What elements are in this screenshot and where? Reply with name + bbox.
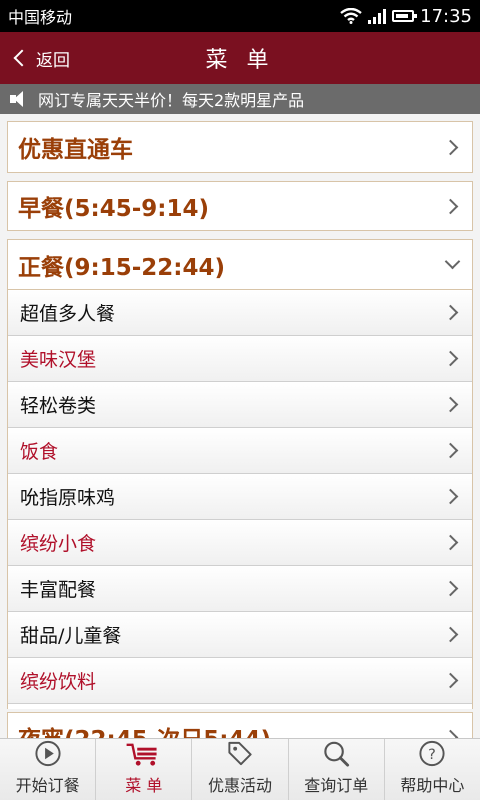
- item-label: 缤纷饮料: [20, 671, 97, 693]
- list-item[interactable]: 轻松卷类: [8, 382, 472, 428]
- item-label: 吮指原味鸡: [20, 487, 116, 509]
- chevron-right-icon: [442, 488, 459, 505]
- chevron-right-icon: [442, 350, 459, 367]
- chevron-right-icon: [442, 626, 459, 643]
- help-icon: ?: [419, 740, 445, 767]
- chevron-down-icon: [444, 253, 461, 270]
- status-bar: 中国移动 17:35: [0, 0, 480, 32]
- tab-order-query[interactable]: 查询订单: [289, 739, 385, 800]
- battery-icon: [392, 10, 418, 22]
- menu-list[interactable]: 优惠直通车 早餐(5:45-9:14) 正餐(9:15-22:44) 超值多人餐…: [0, 114, 480, 738]
- item-label: 饭食: [20, 441, 59, 463]
- category-main[interactable]: 正餐(9:15-22:44): [8, 240, 472, 290]
- chevron-right-icon: [442, 580, 459, 597]
- tab-label: 开始订餐: [15, 776, 80, 795]
- tab-start-order[interactable]: 开始订餐: [0, 739, 97, 800]
- chevron-right-icon: [442, 304, 459, 321]
- bottom-tab-bar: 开始订餐 菜 单 优惠活动 查询订单 ? 帮助中心: [0, 738, 480, 800]
- item-label: 缤纷小食: [20, 533, 97, 555]
- tab-promotions[interactable]: 优惠活动: [192, 739, 289, 800]
- tab-label: 优惠活动: [208, 776, 273, 795]
- clock: 17:35: [420, 5, 472, 27]
- announcement-bar[interactable]: 网订专属天天半价！每天2款明星产品: [0, 84, 480, 114]
- tab-label: 查询订单: [304, 776, 369, 795]
- speaker-icon: [10, 91, 30, 107]
- item-label: 轻松卷类: [20, 395, 97, 417]
- tab-menu[interactable]: 菜 单: [96, 739, 193, 800]
- back-label: 返回: [36, 50, 70, 71]
- category-label: 优惠直通车: [18, 137, 133, 163]
- chevron-right-icon: [442, 672, 459, 689]
- chevron-right-icon: [442, 396, 459, 413]
- app-header: 返回 菜 单: [0, 32, 480, 84]
- tab-label: 帮助中心: [400, 776, 465, 795]
- status-icons: 17:35: [340, 6, 472, 27]
- chevron-left-icon: [13, 49, 31, 67]
- category-label: 早餐(5:45-9:14): [18, 196, 209, 222]
- announcement-text: 网订专属天天半价！每天2款明星产品: [38, 91, 305, 110]
- carrier-name: 中国移动: [8, 8, 73, 27]
- back-button[interactable]: 返回: [10, 32, 70, 84]
- item-label: 美味汉堡: [20, 349, 97, 371]
- list-item[interactable]: 吮指原味鸡: [8, 474, 472, 520]
- list-item[interactable]: 丰富配餐: [8, 566, 472, 612]
- cart-icon: [126, 743, 157, 766]
- list-item[interactable]: 甜品/儿童餐: [8, 612, 472, 658]
- chevron-right-icon: [442, 729, 459, 738]
- list-item[interactable]: 美味汉堡: [8, 336, 472, 382]
- list-item[interactable]: 缤纷小食: [8, 520, 472, 566]
- list-item[interactable]: 超值多人餐: [8, 290, 472, 336]
- category-breakfast[interactable]: 早餐(5:45-9:14): [7, 181, 473, 231]
- chevron-right-icon: [442, 198, 459, 214]
- category-promo[interactable]: 优惠直通车: [7, 121, 473, 173]
- tag-icon: [228, 741, 252, 766]
- signal-icon: [368, 8, 387, 24]
- category-main-expanded: 正餐(9:15-22:44) 超值多人餐 美味汉堡 轻松卷类 饭食 吮指原味鸡 …: [7, 239, 473, 709]
- list-item[interactable]: 饭食: [8, 428, 472, 474]
- wifi-icon: [340, 8, 362, 24]
- category-label: 夜宵(22:45-次日5:44): [18, 720, 445, 738]
- chevron-right-icon: [442, 442, 459, 459]
- play-icon: [35, 740, 61, 767]
- svg-text:?: ?: [429, 747, 437, 763]
- category-label: 正餐(9:15-22:44): [18, 254, 225, 281]
- list-item[interactable]: 缤纷饮料: [8, 658, 472, 704]
- tab-label: 菜 单: [125, 776, 163, 795]
- item-label: 超值多人餐: [20, 303, 116, 325]
- tab-help[interactable]: ? 帮助中心: [385, 739, 480, 800]
- search-icon: [324, 741, 350, 767]
- item-label: 丰富配餐: [20, 579, 97, 601]
- chevron-right-icon: [442, 534, 459, 551]
- item-label: 甜品/儿童餐: [20, 625, 122, 647]
- chevron-right-icon: [442, 139, 459, 155]
- page-title: 菜 单: [205, 48, 275, 73]
- category-late-night[interactable]: 夜宵(22:45-次日5:44): [7, 712, 473, 738]
